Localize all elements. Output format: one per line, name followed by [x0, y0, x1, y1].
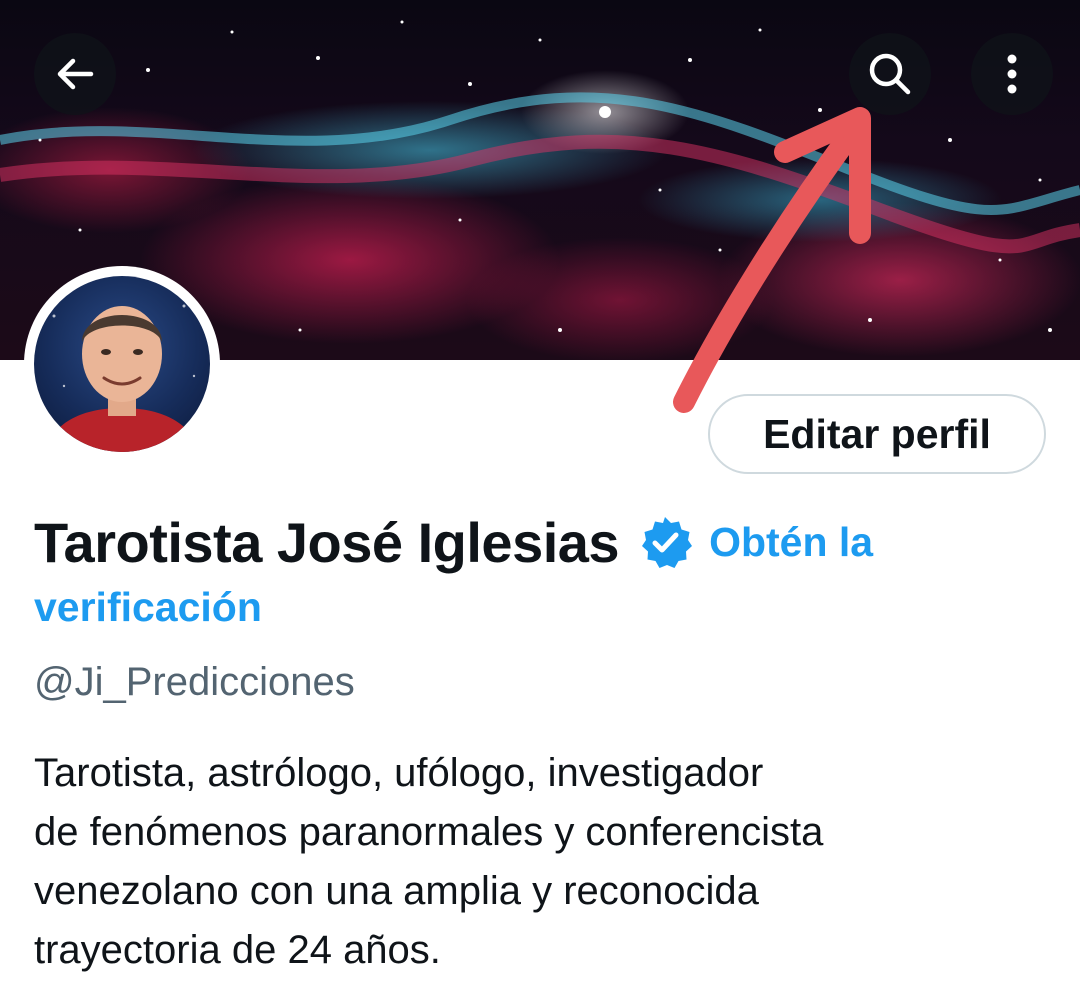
- arrow-left-icon: [57, 58, 94, 90]
- profile-bio: Tarotista, astrólogo, ufólogo, investiga…: [34, 744, 1044, 980]
- bio-line: venezolano con una amplia y reconocida: [34, 869, 759, 913]
- get-verified-link[interactable]: Obtén la: [709, 519, 873, 566]
- more-options-button[interactable]: [971, 33, 1053, 115]
- more-vertical-icon: [1007, 54, 1017, 94]
- back-button[interactable]: [34, 33, 116, 115]
- search-button[interactable]: [849, 33, 931, 115]
- bio-line: Tarotista, astrólogo, ufólogo, investiga…: [34, 751, 764, 795]
- avatar[interactable]: [24, 266, 220, 462]
- get-verified-link-continued[interactable]: verificación: [34, 584, 262, 631]
- avatar-photo: [34, 276, 210, 452]
- display-name: Tarotista José Iglesias: [34, 510, 620, 574]
- verified-badge-icon[interactable]: [637, 514, 693, 570]
- profile-handle: @Ji_Predicciones: [34, 660, 355, 704]
- bio-line: trayectoria de 24 años.: [34, 928, 441, 972]
- bio-line: de fenómenos paranormales y conferencist…: [34, 810, 824, 854]
- profile-name-row: Tarotista José Iglesias Obtén la: [34, 502, 873, 582]
- edit-profile-button[interactable]: Editar perfil: [708, 394, 1046, 474]
- search-icon: [869, 53, 911, 95]
